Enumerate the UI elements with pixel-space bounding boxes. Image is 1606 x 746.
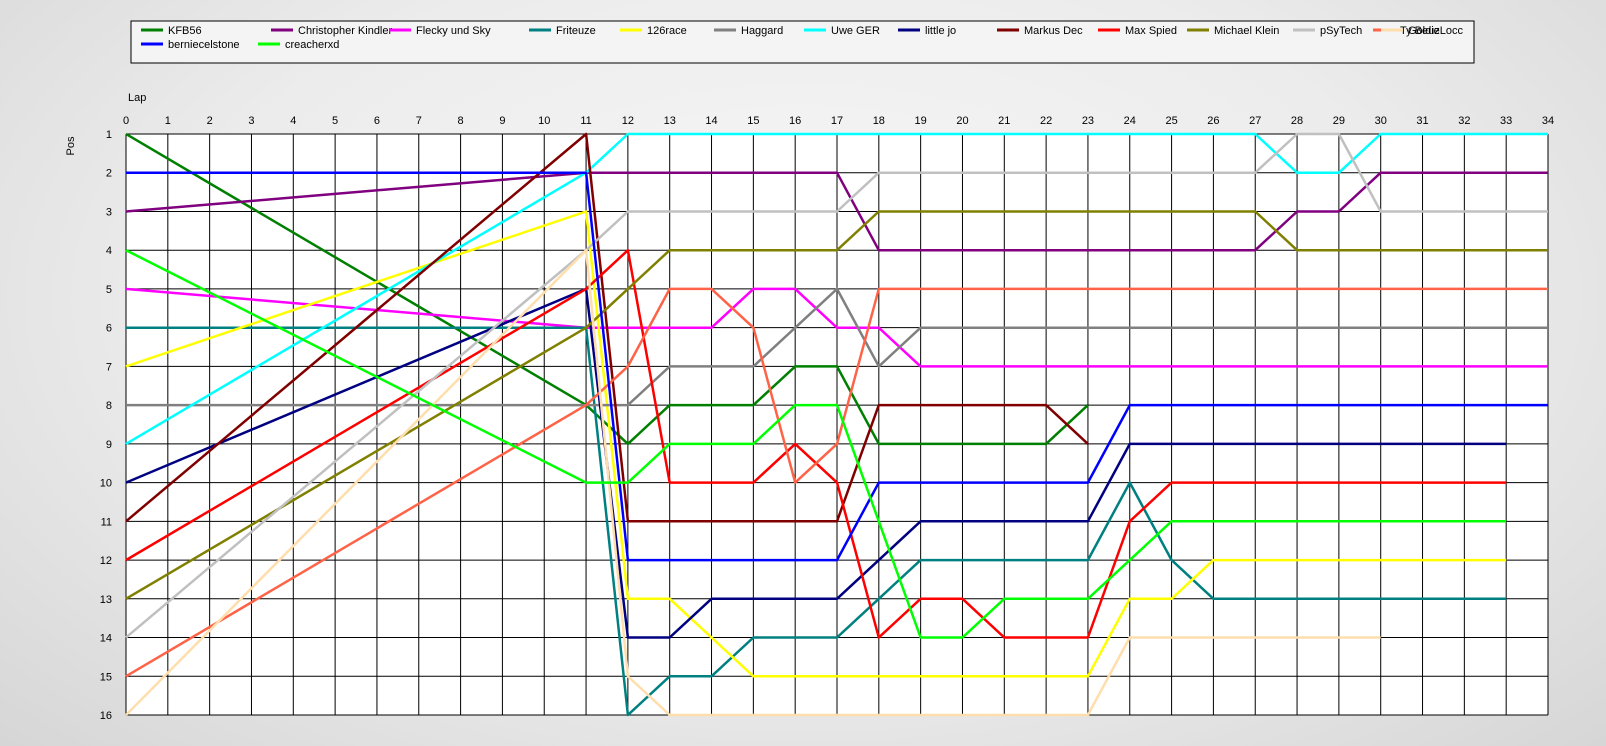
x-tick-label: 23 [1082,115,1094,127]
lap-position-chart: KFB56 Christopher Kindler Flecky und Sky Fr… [65,20,1554,722]
y-tick-labels: 12345678910111213141516 [100,129,112,722]
x-tick-label: 3 [248,115,254,127]
x-tick-label: 1 [165,115,171,127]
legend-label: Max Spied [1125,25,1177,37]
x-tick-label: 30 [1375,115,1387,127]
x-tick-label: 8 [458,115,464,127]
x-axis-label: Lap [128,92,146,104]
x-tick-label: 18 [873,115,885,127]
y-tick-label: 2 [106,168,112,180]
x-tick-label: 19 [915,115,927,127]
x-tick-label: 34 [1542,115,1554,127]
x-tick-label: 27 [1249,115,1261,127]
y-tick-label: 15 [100,671,112,683]
y-tick-label: 11 [101,516,112,528]
y-tick-label: 16 [100,710,112,722]
legend-label: pSyTech [1320,25,1362,37]
legend-label: Friteuze [556,25,596,37]
x-tick-label: 33 [1500,115,1512,127]
y-tick-label: 12 [100,555,112,567]
y-tick-label: 10 [100,478,112,490]
x-tick-label: 17 [831,115,843,127]
x-tick-label: 15 [747,115,759,127]
x-tick-labels: 0 1 2 3 4 5 6 7 8 9 10 11 12 13 14 15 16 17 18 19 20 21 22 23 24… [123,115,1554,127]
x-tick-label: 31 [1416,115,1428,127]
legend-label: Haggard [741,25,783,37]
y-tick-label: 3 [106,206,112,218]
x-tick-label: 13 [664,115,676,127]
y-tick-label: 7 [106,361,112,373]
y-tick-label: 14 [100,633,112,645]
x-tick-label: 5 [332,115,338,127]
legend-label: Markus Dec [1024,25,1083,37]
y-tick-label: 9 [106,439,112,451]
legend-label: Christopher Kindler [298,25,392,37]
legend: KFB56 Christopher Kindler Flecky und Sky Fr… [130,20,1475,64]
x-tick-label: 21 [998,115,1010,127]
x-tick-label: 25 [1165,115,1177,127]
legend-label: KFB56 [168,25,202,37]
x-tick-label: 2 [207,115,213,127]
legend-label: 126race [647,25,687,37]
y-tick-label: 6 [106,323,112,335]
x-tick-label: 16 [789,115,801,127]
x-tick-label: 12 [622,115,634,127]
x-tick-label: 29 [1333,115,1345,127]
grid [125,133,1549,716]
x-tick-label: 22 [1040,115,1052,127]
x-tick-label: 9 [499,115,505,127]
y-tick-label: 5 [106,284,112,296]
x-tick-label: 26 [1207,115,1219,127]
legend-label: creacherxd [285,39,339,51]
legend-label: Michael Klein [1214,25,1279,37]
y-tick-label: 8 [106,400,112,412]
x-tick-label: 28 [1291,115,1303,127]
legend-label: little jo [925,25,956,37]
legend-label: berniecelstone [168,39,240,51]
x-tick-label: 32 [1458,115,1470,127]
x-tick-label: 20 [956,115,968,127]
legend-label: Flecky und Sky [416,25,491,37]
x-tick-label: 14 [705,115,717,127]
x-tick-label: 11 [580,115,591,127]
y-tick-label: 4 [106,245,112,257]
y-axis-label: Pos [65,136,77,155]
legend-label: Uwe GER [831,25,880,37]
x-tick-label: 0 [123,115,129,127]
x-tick-label: 10 [538,115,550,127]
legend-label: GoldieLocc [1408,25,1464,37]
x-tick-label: 6 [374,115,380,127]
y-tick-label: 1 [106,129,112,141]
y-tick-label: 13 [100,594,112,606]
x-tick-label: 24 [1124,115,1136,127]
x-tick-label: 7 [416,115,422,127]
x-tick-label: 4 [290,115,296,127]
